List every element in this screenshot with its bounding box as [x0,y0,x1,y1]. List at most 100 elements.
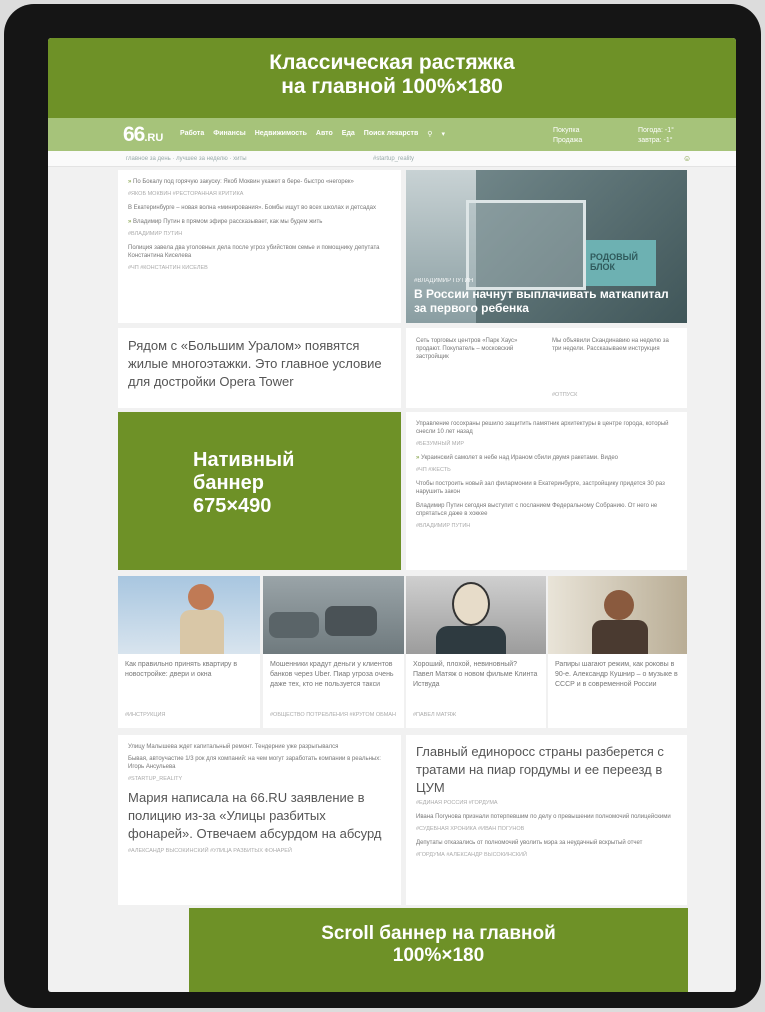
tile-car [325,606,377,636]
news-tag[interactable]: #STARTUP_REALITY [128,775,391,783]
news-text: По Бокалу под горячую закуску: Якоб Мокв… [133,179,354,185]
news-tag[interactable]: #ВЛАДИМИР ПУТИН [128,230,391,238]
tile-image [118,576,260,654]
news-tag[interactable]: #ВЛАДИМИР ПУТИН [416,522,677,530]
photo-door [466,200,586,290]
logo-suffix: .RU [144,132,164,144]
news-tag[interactable]: #БЕЗУМНЫЙ МИР [416,440,677,448]
native-banner-line1: Нативный [193,449,295,471]
nav-item-finance[interactable]: Финансы [213,130,246,138]
tile-illustration-head [188,584,214,610]
tile-tag[interactable]: #ПАВЕЛ МАТЯЖ [406,712,463,718]
nav-item-drugs[interactable]: Поиск лекарств [364,130,419,138]
nav-item-realty[interactable]: Недвижимость [255,130,307,138]
list-item[interactable]: Управление госохраны решило защитить пам… [416,420,677,436]
tile-tag[interactable]: #ОБЩЕСТВО ПОТРЕБЛЕНИЯ #КРУГОМ ОБМАН [263,712,403,718]
tile-title: Рапиры шагают режим, как роковы в 90-е. … [555,661,678,688]
weather-tomorrow: завтра: -1° [638,137,673,144]
list-item[interactable]: » Украинский самолет в небе над Ираном с… [416,454,677,462]
subnav-links[interactable]: главное за день · лучшее за неделю · хит… [126,156,247,162]
tile-card[interactable]: Хороший, плохой, невиновный? Павел Матяж… [406,576,546,728]
tile-image [263,576,404,654]
featured-news-title: Рядом с «Большим Уралом» появятся жилые … [128,338,382,389]
news-tag[interactable]: #ЧП #КОНСТАНТИН КИСЕЛЕВ [128,264,391,272]
tile-image [406,576,546,654]
scroll-banner[interactable]: Scroll баннер на главной 100%×180 [189,908,688,992]
featured-news-title[interactable]: Мария написала на 66.RU заявление в поли… [128,789,391,843]
top-banner-line1: Классическая растяжка [269,51,515,74]
tile-image [548,576,687,654]
list-item[interactable]: Полиция завела два уголовных дела после … [128,244,391,260]
tile-card[interactable]: Мошенники крадут деньги у клиентов банко… [263,576,404,728]
tile-car [269,612,319,638]
list-item[interactable]: Сеть торговых центров «Парк Хаус» продаю… [416,337,531,361]
top-stretch-banner[interactable]: Классическая растяжка на главной 100%×18… [48,38,736,118]
news-list-bottom-left: Улицу Малышева ждет капитальный ремонт. … [118,735,401,905]
native-banner[interactable]: Нативный баннер 675×490 [118,412,401,570]
nav-item-food[interactable]: Еда [342,130,355,138]
tile-title: Как правильно принять квартиру в новостр… [125,661,238,678]
news-tag[interactable]: #АЛЕКСАНДР ВЫСОКИНСКИЙ #УЛИЦА РАЗБИТЫХ Ф… [128,847,391,855]
list-item[interactable]: Улицу Малышева ждет капитальный ремонт. … [128,743,391,751]
main-news-photo[interactable]: РОДОВЫЙ БЛОК #ВЛАДИМИР ПУТИН В России на… [406,170,687,323]
list-item[interactable]: Бывая, автоучастие 1/3 рок для компаний:… [128,755,391,771]
news-text: Полиция завела два уголовных дела после … [128,245,380,259]
weather-widget[interactable]: Погода: -1° завтра: -1° [638,126,674,146]
currency-widget[interactable]: Покупка Продажа [553,126,582,146]
photo-tag[interactable]: #ВЛАДИМИР ПУТИН [414,278,679,284]
subnav-hashtag[interactable]: #startup_reality [373,156,414,162]
search-icon[interactable]: ⚲ [427,130,432,138]
weather-today: Погода: -1° [638,127,674,134]
site-logo[interactable]: 66.RU [123,123,163,147]
tile-card[interactable]: Как правильно принять квартиру в новостр… [118,576,260,728]
list-item[interactable]: » По Бокалу под горячую закуску: Якоб Мо… [128,178,391,186]
news-tag[interactable]: #ЧП #ЖЕСТЬ [416,466,677,474]
news-tag[interactable]: #ОТПУСК [552,391,577,399]
user-icon[interactable]: ☺ [683,154,691,163]
list-item[interactable]: В Екатеринбурге – новая волна «минирован… [128,204,391,212]
tile-portrait-face [452,582,490,626]
list-item[interactable]: Депутаты отказались от полномочий уволит… [416,839,677,847]
nav-item-work[interactable]: Работа [180,130,204,138]
news-tag[interactable]: #СУДЕБНАЯ ХРОНИКА #ИВАН ПОГУНОВ [416,825,677,833]
screen: Классическая растяжка на главной 100%×18… [48,38,736,992]
top-banner-line2: на главной 100%×180 [281,75,503,98]
news-tag[interactable]: #ГОРДУМА #АЛЕКСАНДР ВЫСОКИНСКИЙ [416,851,677,859]
scroll-banner-line1: Scroll баннер на главной [321,923,556,944]
list-item[interactable]: Владимир Путин сегодня выступит с послан… [416,502,677,518]
chevron-down-icon[interactable]: ▾ [441,130,445,138]
list-item[interactable]: Чтобы построить новый зал филармонии в Е… [416,480,677,496]
nav-item-auto[interactable]: Авто [316,130,333,138]
photo-title[interactable]: В России начнут выплачивать маткапитал з… [414,287,679,315]
scroll-banner-line2: 100%×180 [392,945,485,966]
featured-news[interactable]: Рядом с «Большим Уралом» появятся жилые … [118,328,401,408]
news-list-right: Управление госохраны решило защитить пам… [406,412,687,570]
featured-news-title[interactable]: Главный единоросс страны разберется с тр… [416,743,677,797]
nav-items: Работа Финансы Недвижимость Авто Еда Пои… [180,130,445,138]
sub-nav: главное за день · лучшее за неделю · хит… [48,151,736,167]
photo-caption: #ВЛАДИМИР ПУТИН В России начнут выплачив… [414,278,679,315]
native-banner-line3: 675×490 [193,495,272,517]
news-text: Украинский самолет в небе над Ираном сби… [421,455,618,461]
tile-card[interactable]: Рапиры шагают режим, как роковы в 90-е. … [548,576,687,728]
native-banner-line2: баннер [193,472,264,494]
list-item[interactable]: Мы объявили Скандинавию на неделю за три… [552,337,672,353]
tablet-frame: Классическая растяжка на главной 100%×18… [4,4,761,1008]
tile-illustration-body [180,610,224,654]
news-tag[interactable]: #ЯКОБ МОКВИН #РЕСТОРАННАЯ КРИТИКА [128,190,391,198]
logo-number: 66 [123,123,145,146]
tile-title: Мошенники крадут деньги у клиентов банко… [270,661,394,688]
currency-buy-label: Покупка [553,127,580,134]
news-pair: Сеть торговых центров «Парк Хаус» продаю… [406,328,687,408]
news-tag[interactable]: #ЕДИНАЯ РОССИЯ #ГОРДУМА [416,799,677,807]
news-list-bottom-right: Главный единоросс страны разберется с тр… [406,735,687,905]
tile-portrait-body [436,626,506,654]
news-text: В Екатеринбурге – новая волна «минирован… [128,205,377,211]
currency-sell-label: Продажа [553,137,583,144]
main-nav: 66.RU Работа Финансы Недвижимость Авто Е… [48,118,736,151]
news-text: Владимир Путин в прямом эфире рассказыва… [133,219,323,225]
tile-tag[interactable]: #ИНСТРУКЦИЯ [118,712,172,718]
list-item[interactable]: Ивана Погунова признали потерпевшим по д… [416,813,677,821]
list-item[interactable]: » Владимир Путин в прямом эфире рассказы… [128,218,391,226]
tile-portrait-body [592,620,648,654]
